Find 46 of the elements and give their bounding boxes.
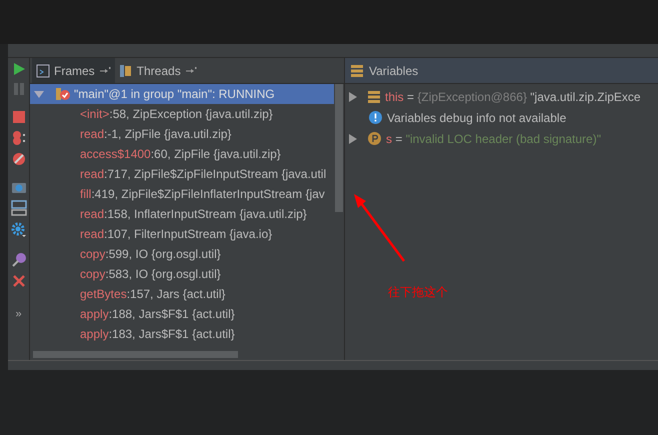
panel-tab[interactable]: Threads (114, 58, 201, 83)
annotation-arrow (352, 193, 408, 263)
stack-frame[interactable]: read:107, FilterInputStream {java.io} (30, 224, 334, 244)
stack-frame[interactable]: copy:583, IO {org.osgl.util} (30, 264, 334, 284)
breakpoints-icon[interactable] (10, 130, 26, 146)
more-button[interactable]: » (15, 306, 22, 322)
panel-tab[interactable]: Frames (32, 58, 115, 83)
stack-frame[interactable]: copy:599, IO {org.osgl.util} (30, 244, 334, 264)
pin-icon[interactable] (10, 252, 26, 268)
stop-icon[interactable] (12, 110, 26, 124)
annotation-text: 往下拖这个 (388, 284, 448, 301)
pin-tab-icon (98, 66, 111, 76)
panel-title: Variables (369, 62, 418, 80)
thread-label: "main"@1 in group "main": RUNNING (74, 86, 275, 103)
stack-frame[interactable]: getBytes:157, Jars {act.util} (30, 284, 334, 304)
expand-arrow-icon[interactable] (349, 134, 357, 144)
stack-frame[interactable]: <init>:58, ZipException {java.util.zip} (30, 104, 334, 124)
expand-arrow-icon[interactable] (34, 89, 44, 99)
mute-breakpoints-icon[interactable] (12, 152, 26, 166)
expand-arrow-icon[interactable] (349, 92, 357, 102)
stack-frame[interactable]: apply:188, Jars$F$1 {act.util} (30, 304, 334, 324)
object-icon (368, 90, 380, 102)
variable-entry[interactable]: this = {ZipException@866} "java.util.zip.ZipExce (385, 88, 641, 106)
parameter-icon (368, 132, 381, 145)
info-message: Variables debug info not available (387, 110, 566, 126)
stack-frame[interactable]: read:-1, ZipFile {java.util.zip} (30, 124, 334, 144)
resume-icon[interactable] (12, 62, 26, 76)
stack-frame[interactable]: apply:183, Jars$F$1 {act.util} (30, 324, 334, 344)
stack-frame[interactable]: fill:419, ZipFile$ZipFileInflaterInputStream {jav (30, 184, 334, 204)
pin-tab-icon (184, 66, 197, 76)
close-icon[interactable] (12, 274, 26, 288)
stack-frame[interactable]: read:158, InflaterInputStream {java.util.zip} (30, 204, 334, 224)
frames-icon (36, 64, 50, 78)
layout-icon[interactable] (10, 200, 26, 216)
camera-icon[interactable] (10, 180, 26, 194)
stack-frame[interactable]: access$1400:60, ZipFile {java.util.zip} (30, 144, 334, 164)
threads-icon (118, 64, 133, 78)
thread-row[interactable]: "main"@1 in group "main": RUNNING (30, 84, 334, 104)
info-icon (369, 111, 382, 124)
thread-icon (56, 87, 70, 101)
scrollbar-thumb[interactable] (335, 84, 343, 212)
scrollbar-thumb[interactable] (33, 351, 238, 358)
stack-frame[interactable]: read:717, ZipFile$ZipFileInputStream {java.util (30, 164, 334, 184)
variable-entry[interactable]: s = "invalid LOC header (bad signature)" (386, 130, 601, 148)
settings-icon[interactable] (10, 222, 26, 238)
variables-icon (351, 64, 363, 76)
